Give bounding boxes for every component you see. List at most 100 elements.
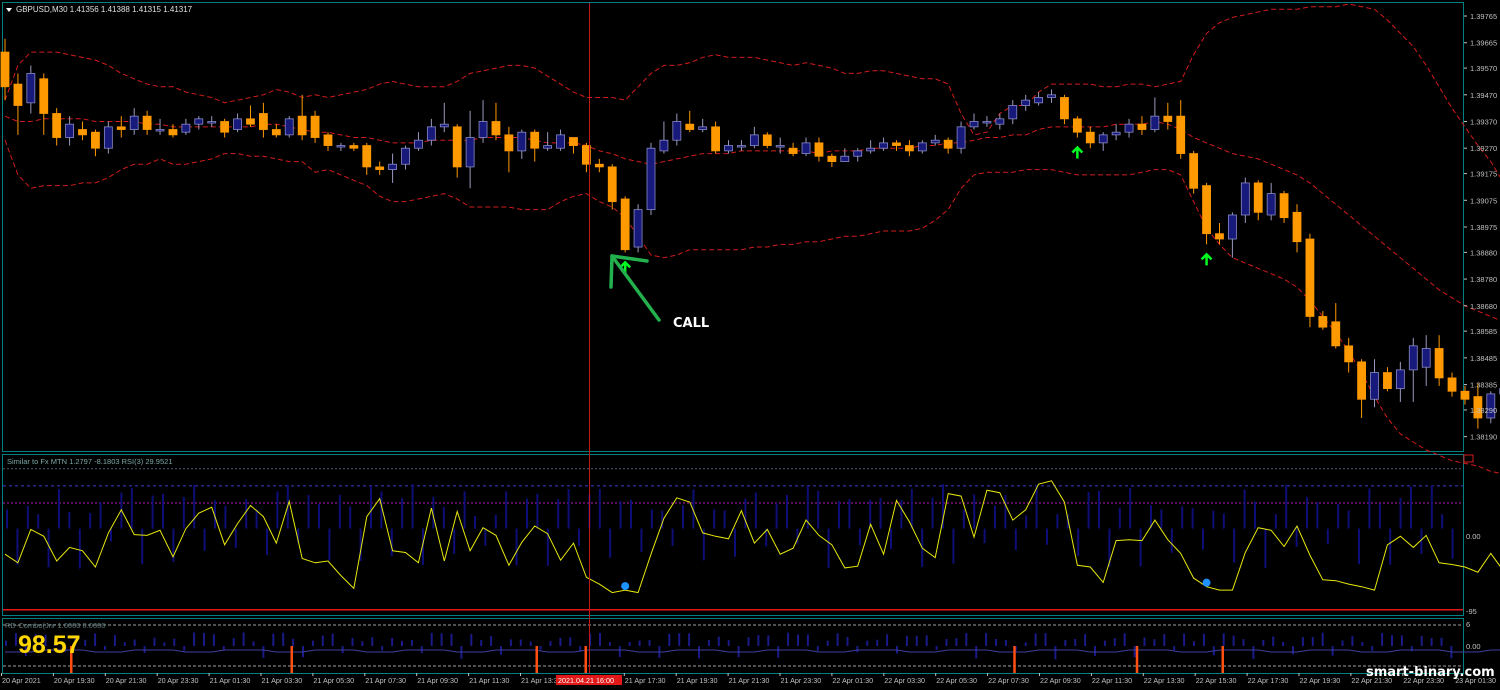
- price-tick-label: 1.39175: [1470, 170, 1497, 179]
- candle-body: [362, 145, 372, 168]
- candle-body: [1176, 115, 1186, 154]
- indicator1-header: Similar to Fx MTN 1.2797 -8.1803 RSI(3) …: [7, 457, 173, 466]
- time-label: 21 Apr 07:30: [365, 676, 406, 685]
- time-label: 22 Apr 17:30: [1248, 676, 1289, 685]
- price-tick-label: 1.38880: [1470, 248, 1497, 257]
- candle-body: [724, 145, 733, 152]
- time-label: 21 Apr 17:30: [625, 676, 666, 685]
- candle-body: [1124, 123, 1134, 133]
- candle-body: [698, 126, 708, 130]
- time-label: 22 Apr 11:30: [1092, 676, 1132, 685]
- indicator1-level-marker: [1463, 454, 1474, 463]
- candle-body: [1189, 153, 1199, 189]
- candle-body: [1421, 348, 1431, 368]
- candle-body: [439, 123, 449, 128]
- candle-body: [827, 155, 837, 162]
- candle-body: [840, 155, 850, 162]
- candle-body: [788, 147, 798, 154]
- time-label: 20 Apr 21:30: [106, 676, 147, 685]
- candle-body: [1098, 134, 1108, 144]
- candle-body: [336, 145, 346, 148]
- candle-body: [633, 209, 643, 248]
- candle-body: [1460, 390, 1470, 400]
- price-tick-label: 1.39075: [1470, 196, 1497, 205]
- price-tick-label: 1.38190: [1470, 433, 1497, 442]
- candle-body: [284, 118, 294, 136]
- candle-body: [375, 166, 385, 170]
- candle-body: [995, 118, 1005, 125]
- candle-body: [775, 145, 785, 148]
- signal-dot: [621, 582, 630, 591]
- candle-body: [1228, 214, 1237, 240]
- candle: [646, 142, 656, 215]
- candle-body: [556, 134, 565, 149]
- candle-body: [879, 142, 888, 149]
- price-tick-label: 1.39765: [1470, 12, 1497, 21]
- candle-body: [103, 126, 113, 149]
- time-label: 21 Apr 23:30: [781, 676, 822, 685]
- trading-chart: 1.39765 1.39665 1.39570 1.39470 1.39370 1.392…: [0, 0, 1500, 690]
- candle-body: [1383, 372, 1392, 389]
- time-label: 21 Apr 19:30: [677, 676, 718, 685]
- candle-body: [1240, 182, 1250, 216]
- indicator2-top-label: 6: [1466, 620, 1470, 629]
- candle: [1189, 150, 1199, 194]
- candle-body: [452, 126, 462, 168]
- candle-body: [1253, 182, 1263, 213]
- price-tick-label: 1.38585: [1470, 327, 1497, 336]
- candle-body: [1318, 316, 1328, 328]
- price-tick-label: 1.39370: [1470, 118, 1497, 127]
- candle-body: [1150, 115, 1160, 130]
- candle-body: [543, 145, 553, 149]
- indicator1-bottom-label: -95: [1466, 607, 1477, 616]
- candle-body: [749, 134, 759, 146]
- time-label: 20 Apr 19:30: [54, 676, 95, 685]
- indicator2-header: RD-Combo(Jnr 1.0000 0.0000: [5, 621, 105, 630]
- candle-body: [1344, 345, 1354, 363]
- candle-body: [1021, 99, 1031, 106]
- price-tick-label: 1.39570: [1470, 64, 1497, 73]
- call-annotation-label: CALL: [673, 316, 709, 331]
- candle-body: [1305, 238, 1315, 317]
- candle-body: [892, 142, 901, 146]
- candle-body: [414, 139, 423, 149]
- candle-body: [220, 121, 230, 133]
- candle-body: [1072, 118, 1082, 133]
- candle-body: [478, 121, 488, 138]
- candle-body: [207, 121, 217, 124]
- candle-body: [956, 126, 966, 149]
- candle-body: [1111, 131, 1121, 136]
- candle-body: [39, 78, 49, 114]
- candle-body: [930, 139, 940, 144]
- candle-body: [504, 134, 514, 152]
- candle-body: [1202, 185, 1211, 235]
- time-label: 22 Apr 01:30: [832, 676, 873, 685]
- candle-body: [426, 126, 436, 141]
- candle-body: [801, 142, 811, 154]
- candle-body: [271, 129, 281, 136]
- candle-body: [1137, 123, 1147, 130]
- time-label: 22 Apr 19:30: [1300, 676, 1341, 685]
- candle-body: [142, 115, 152, 130]
- candle-body: [1395, 369, 1405, 389]
- candle-body: [1408, 345, 1418, 371]
- candle-body: [310, 115, 320, 138]
- candle-body: [129, 115, 139, 130]
- candle-body: [672, 121, 682, 141]
- signal-dot: [1202, 578, 1211, 587]
- candle-body: [1357, 361, 1366, 400]
- time-label: 22 Apr 13:30: [1144, 676, 1185, 685]
- candle-body: [323, 134, 333, 146]
- candle-body: [917, 142, 927, 152]
- price-tick-label: 1.38485: [1470, 354, 1497, 363]
- candle-body: [491, 121, 501, 136]
- price-tick-label: 1.39470: [1470, 91, 1497, 100]
- candle-body: [26, 73, 36, 104]
- symbol-header: GBPUSD,M30 1.41356 1.41388 1.41315 1.413…: [16, 5, 193, 14]
- candle-body: [52, 113, 62, 138]
- candle: [1305, 233, 1315, 328]
- candle-body: [65, 123, 74, 138]
- candle-body: [465, 137, 475, 168]
- candle-body: [349, 145, 359, 149]
- time-label: 22 Apr 03:30: [884, 676, 925, 685]
